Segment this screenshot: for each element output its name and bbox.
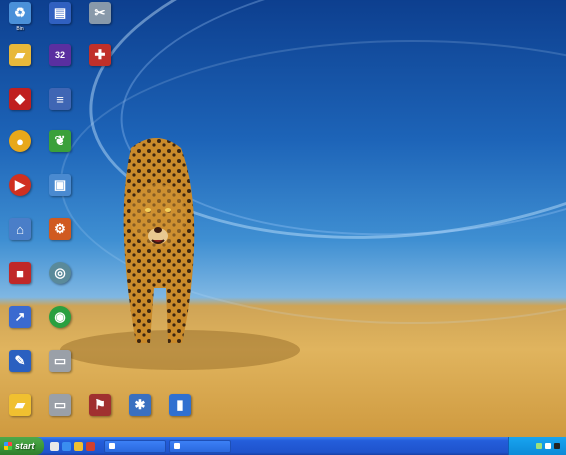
desktop-icon[interactable]: ▤	[42, 2, 78, 26]
system-tray	[508, 437, 566, 455]
tray-status-icon[interactable]	[536, 443, 542, 449]
desktop-icon[interactable]: ◆	[2, 88, 38, 112]
desktop-icon[interactable]: ⚑	[82, 394, 118, 418]
shortcut-icon: ↗	[9, 306, 31, 328]
desktop-icon[interactable]: ↗	[2, 306, 38, 330]
desktop-icon[interactable]: ■	[2, 262, 38, 286]
wallpaper-jaguar	[123, 138, 195, 343]
browser-icon[interactable]	[62, 441, 71, 451]
window-icon	[109, 443, 115, 449]
pin-icon: ✚	[89, 44, 111, 66]
bottle-icon: ▮	[169, 394, 191, 416]
toolbox-icon: ■	[9, 262, 31, 284]
quick-launch	[44, 441, 101, 451]
tool-icon: ✂	[89, 2, 111, 24]
desktop-icon-label: Bin	[16, 26, 24, 32]
desktop-icon[interactable]: ✎	[2, 350, 38, 374]
network-icon: ⌂	[9, 218, 31, 240]
desktop-icon[interactable]: ✱	[122, 394, 158, 418]
desktop-icon[interactable]: ▮	[162, 394, 198, 418]
folder-icon[interactable]	[74, 441, 83, 451]
drive-icon: ▭	[49, 394, 71, 416]
tray-volume-icon[interactable]	[554, 443, 560, 449]
desktop-icon[interactable]: ≡	[42, 88, 78, 112]
taskbar-button[interactable]	[104, 439, 166, 453]
folder-icon	[174, 443, 180, 449]
desktop-icon-recycle-bin[interactable]: ♻ Bin	[2, 2, 38, 32]
desktop-icon[interactable]: ▶	[2, 174, 38, 198]
windows-logo-icon	[4, 442, 12, 450]
green-circle-icon: ◉	[49, 306, 71, 328]
desktop-icon[interactable]: ⌂	[2, 218, 38, 242]
start-button-label: start	[15, 441, 35, 451]
desktop-icon[interactable]: ▭	[42, 394, 78, 418]
app-icon: ✱	[129, 394, 151, 416]
taskbar: start	[0, 437, 566, 455]
app-icon: ◆	[9, 88, 31, 110]
recycle-bin-icon: ♻	[9, 2, 31, 24]
start-button[interactable]: start	[0, 437, 44, 455]
desktop-icon[interactable]: ▭	[42, 350, 78, 374]
setup-icon: ⚙	[49, 218, 71, 240]
show-desktop-icon[interactable]	[50, 441, 59, 451]
desktop-icon[interactable]: ◉	[42, 306, 78, 330]
program-icon: ▤	[49, 2, 71, 24]
desktop-icon[interactable]: ▣	[42, 174, 78, 198]
desktop-icon[interactable]: ●	[2, 130, 38, 154]
desktop-icon[interactable]: ⚙	[42, 218, 78, 242]
disc-icon: ◎	[49, 262, 71, 284]
document-icon: ≡	[49, 88, 71, 110]
window-icon: ▣	[49, 174, 71, 196]
taskbar-button[interactable]	[169, 439, 231, 453]
edit-icon: ✎	[9, 350, 31, 372]
desktop[interactable]: ♻ Bin ▰ ◆ ● ▶ ⌂ ■ ↗ ✎ ▰ ▤ 32 ≡ ❦ ▣ ⚙ ◎ ◉…	[0, 0, 566, 437]
app-32-icon: 32	[49, 44, 71, 66]
desktop-icon[interactable]: ◎	[42, 262, 78, 286]
media-icon[interactable]	[86, 441, 95, 451]
orb-icon: ●	[9, 130, 31, 152]
folder-icon: ▰	[9, 44, 31, 66]
drive-icon: ▭	[49, 350, 71, 372]
desktop-icon[interactable]: ✚	[82, 44, 118, 68]
desktop-icon[interactable]: ✂	[82, 2, 118, 26]
tray-network-icon[interactable]	[545, 443, 551, 449]
desktop-icon[interactable]: ▰	[2, 394, 38, 418]
desktop-icon[interactable]: ❦	[42, 130, 78, 154]
media-icon: ▶	[9, 174, 31, 196]
leaf-icon: ❦	[49, 130, 71, 152]
desktop-icon[interactable]: 32	[42, 44, 78, 68]
desktop-icon[interactable]: ▰	[2, 44, 38, 68]
folder-icon: ▰	[9, 394, 31, 416]
flag-icon: ⚑	[89, 394, 111, 416]
